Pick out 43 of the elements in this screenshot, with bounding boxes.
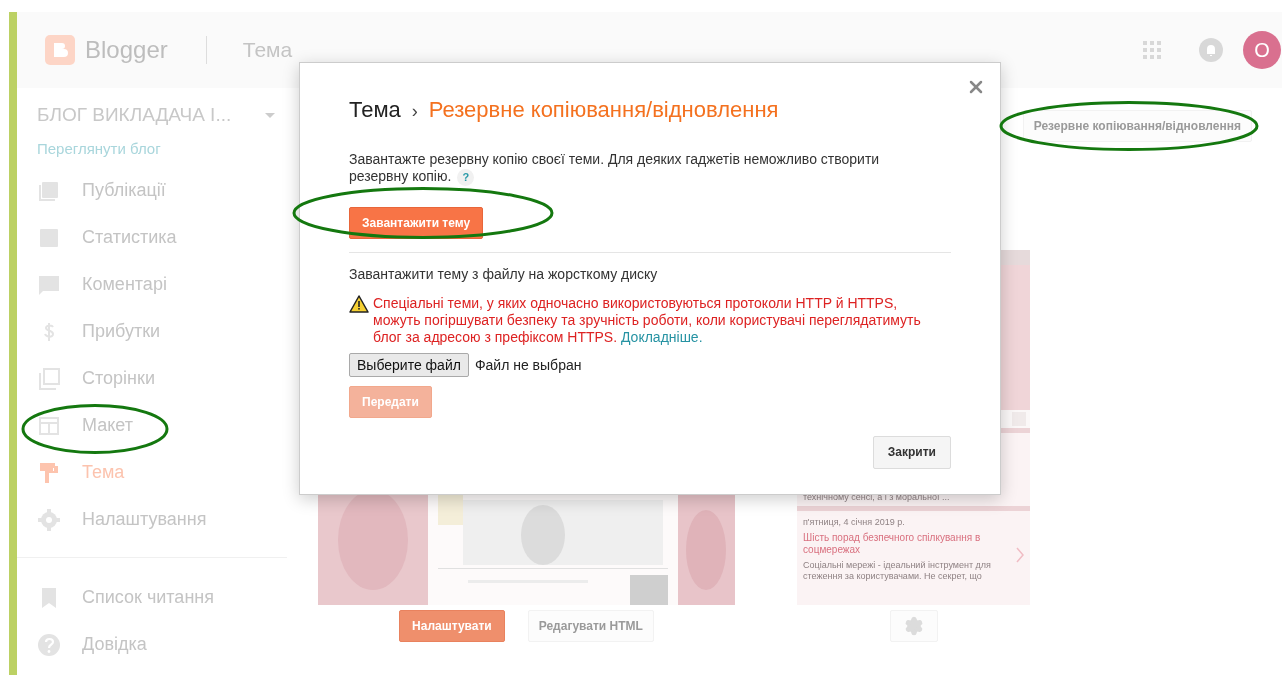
nav-item[interactable]: Тема — [17, 449, 295, 496]
warning-text: Спеціальні теми, у яких одночасно використовуються протоколи HTTP й HTTPS, можуть погіршувати безпеку та зручність роботи, коли користувачі переглядатимуть блог за адресою з префіксом HTTPS. Докладніше. — [373, 294, 922, 346]
learn-more-link[interactable]: Докладніше. — [620, 328, 703, 345]
nav-icon — [37, 632, 61, 657]
file-status: Файл не выбран — [474, 356, 582, 373]
dialog-title: Резервне копіювання/відновлення — [428, 97, 779, 123]
edit-html-button[interactable]: Редагувати HTML — [527, 610, 654, 642]
logo-text: Blogger — [85, 36, 168, 64]
nav-item[interactable]: Налаштування — [17, 496, 295, 543]
post-title[interactable]: Шість порад безпечного спілкування в соцмережах — [803, 531, 1008, 557]
nav-item[interactable]: Прибутки — [17, 308, 295, 355]
close-dialog-button[interactable]: Закрити — [872, 435, 951, 469]
nav-icon — [37, 507, 61, 532]
customize-button[interactable]: Налаштувати — [399, 610, 505, 642]
nav-item[interactable]: Макет — [17, 402, 295, 449]
help-button[interactable]: ? — [457, 168, 475, 186]
user-avatar[interactable]: О — [1243, 31, 1281, 69]
breadcrumb-link[interactable]: Тема — [349, 97, 401, 123]
post-excerpt: Соціальні мережі - ідеальний інструмент для стеження за користувачами. Не секрет, що — [803, 559, 992, 582]
notification-bell-icon[interactable] — [1199, 38, 1223, 62]
settings-icon — [903, 616, 924, 636]
choose-file-button[interactable]: Выберите файл — [349, 352, 469, 377]
nav-icon — [37, 460, 61, 485]
backup-restore-button[interactable]: Резервне копіювання/відновлення — [1022, 110, 1252, 142]
nav-icon — [37, 366, 61, 391]
nav-item[interactable]: Список читання — [17, 574, 295, 621]
backup-description: Завантажте резервну копію своєї теми. Для деяких гаджетів неможливо створити резервну копію. ? — [349, 151, 881, 186]
nav-item[interactable]: Сторінки — [17, 355, 295, 402]
upload-label: Завантажити тему з файлу на жорсткому диску — [349, 265, 659, 282]
logo-icon — [45, 35, 75, 65]
settings-button[interactable] — [889, 610, 938, 642]
dropdown-caret-icon[interactable] — [265, 112, 275, 118]
nav-item[interactable]: Статистика — [17, 214, 295, 261]
chevron-icon[interactable] — [1016, 547, 1024, 564]
nav-item[interactable]: Коментарі — [17, 261, 295, 308]
nav-item[interactable]: Довідка — [17, 621, 295, 668]
warning-icon — [349, 294, 369, 313]
apps-grid-icon[interactable] — [1143, 41, 1161, 59]
view-blog-link[interactable]: Переглянути блог — [17, 140, 161, 157]
post-date: п'ятниця, 4 січня 2019 р. — [803, 517, 906, 529]
breadcrumb-separator: › — [411, 101, 418, 122]
nav-item[interactable]: Публікації — [17, 167, 295, 214]
download-theme-button[interactable]: Завантажити тему — [349, 206, 484, 239]
